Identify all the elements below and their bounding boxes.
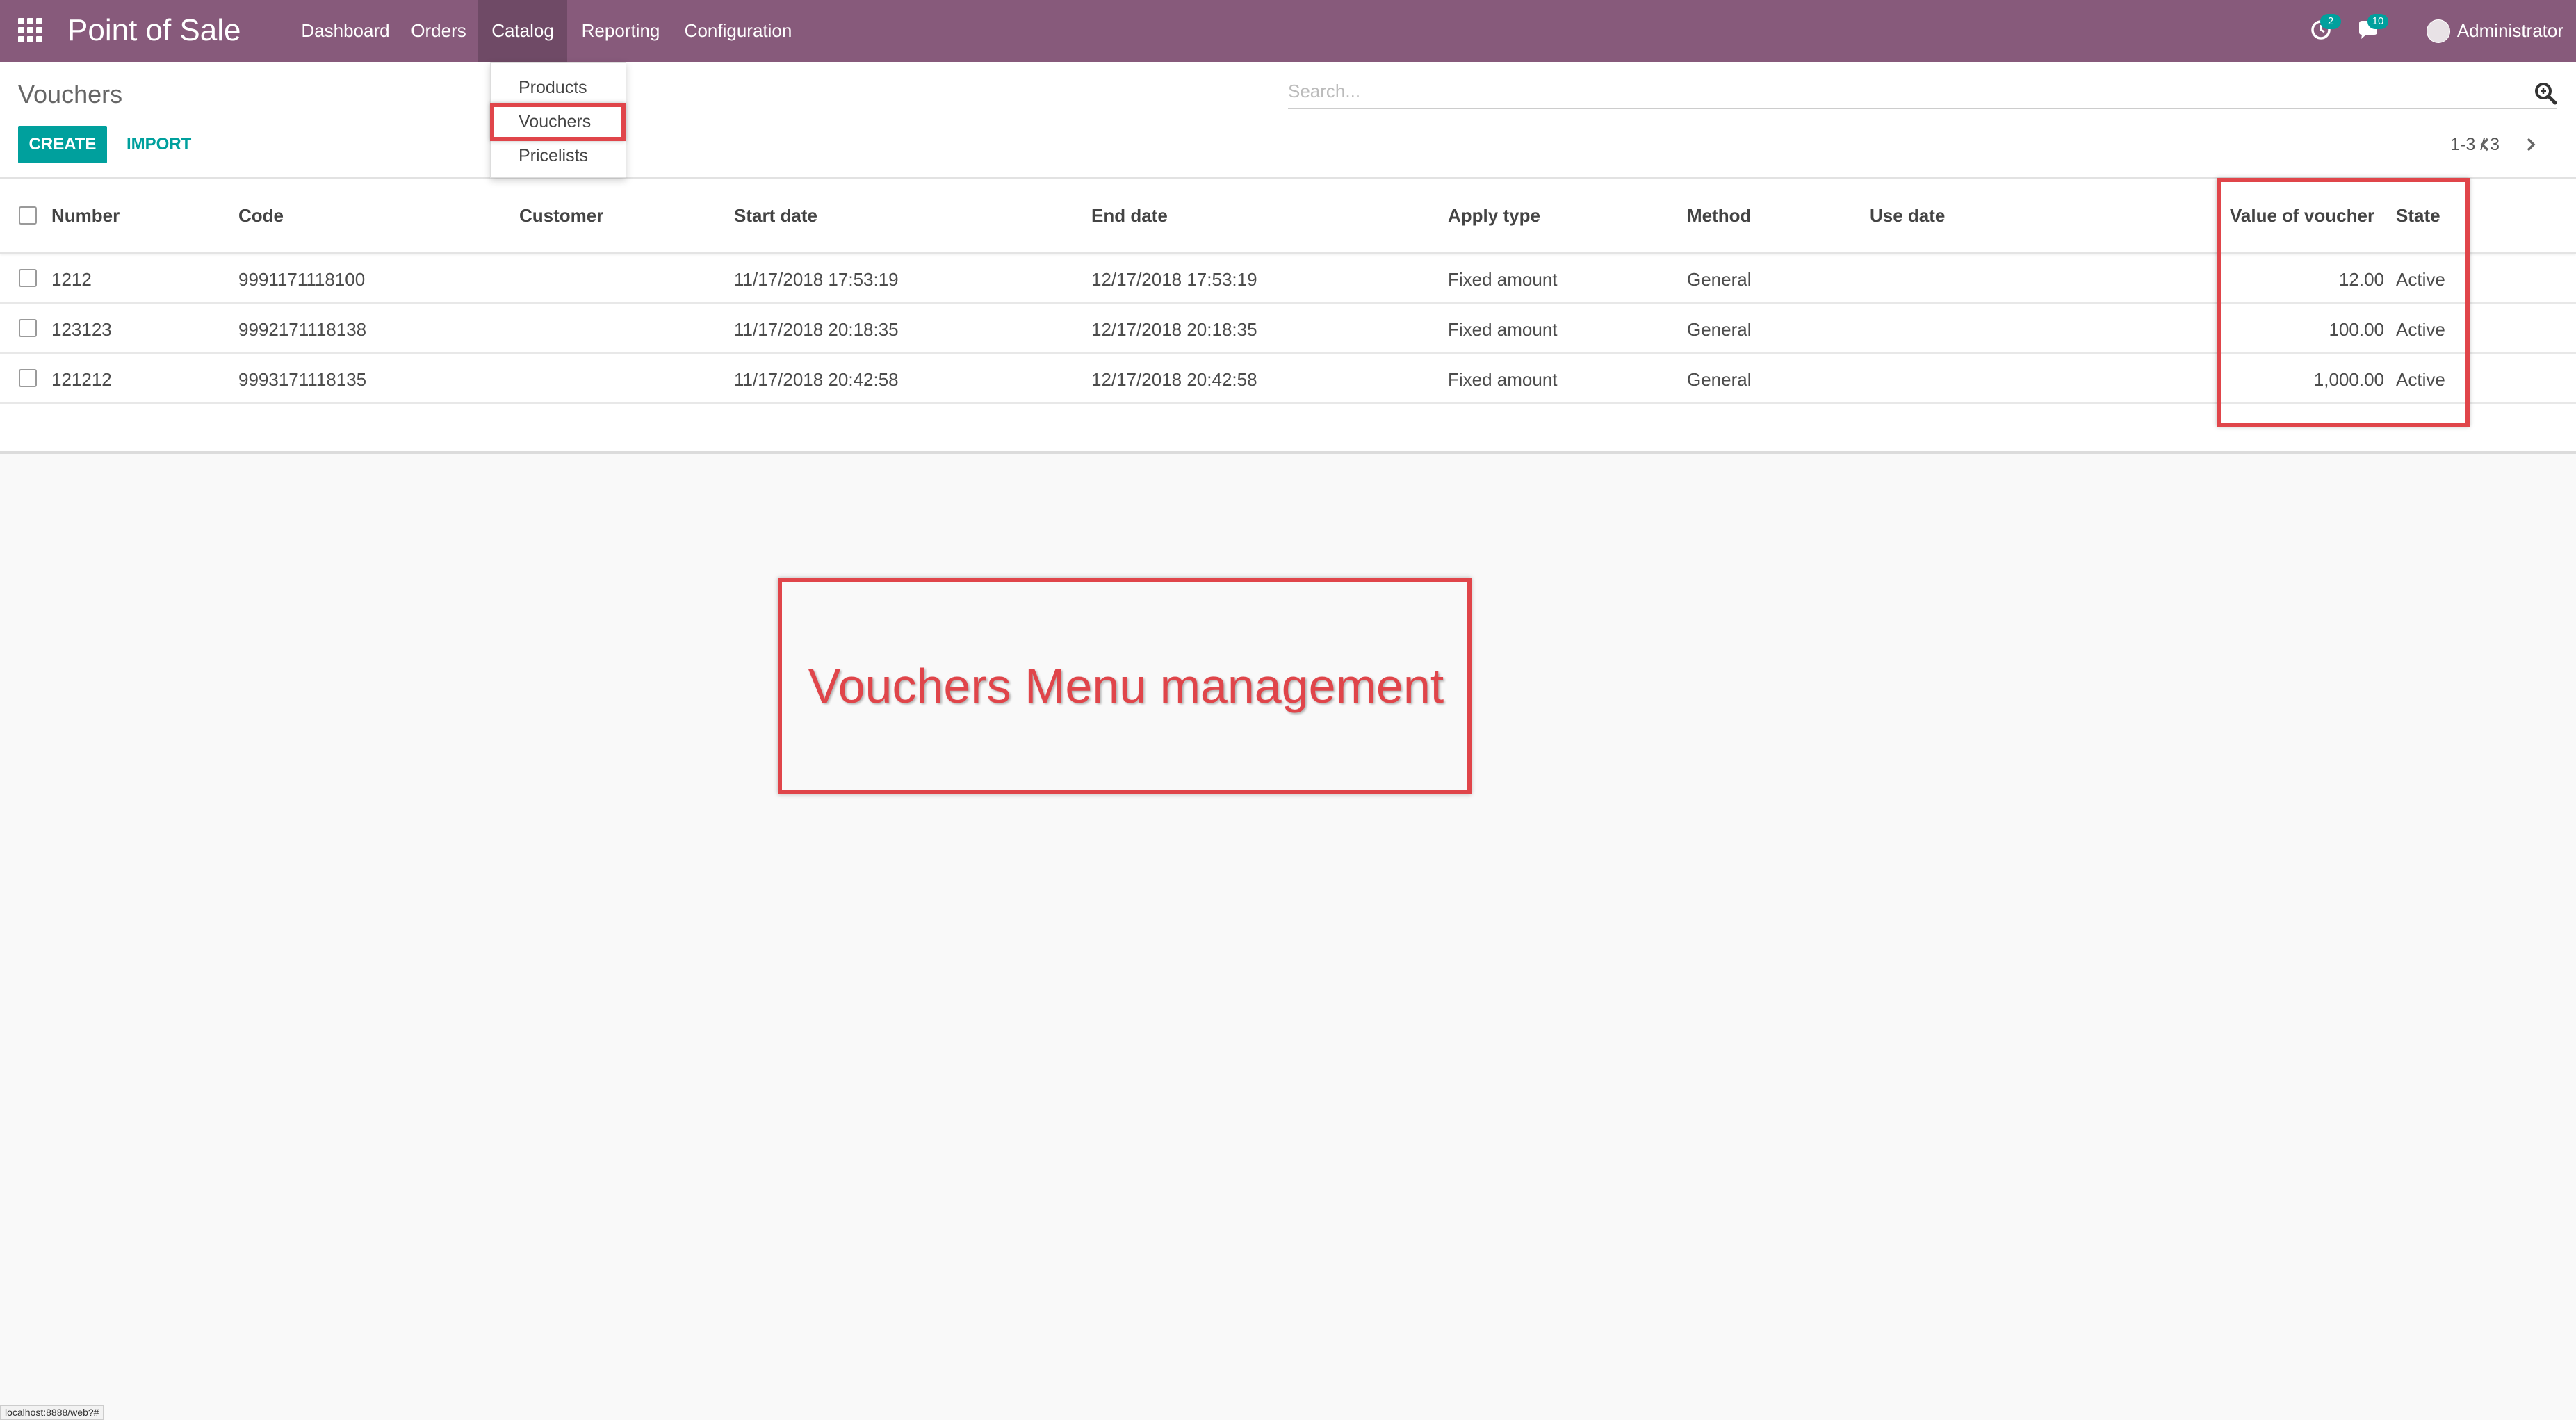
cell-start-date: 11/17/2018 20:18:35 [734,319,899,340]
search-icon[interactable] [2534,81,2557,105]
apps-grid-icon[interactable] [18,18,43,43]
table-row[interactable]: 1212 9991171118100 11/17/2018 17:53:19 1… [0,254,2576,304]
cell-method: General [1687,319,1752,340]
cell-code: 9993171118135 [238,369,367,390]
menu-catalog[interactable]: Catalog [478,0,567,62]
cell-number: 121212 [51,369,112,390]
value-state-highlight-box [2217,178,2470,427]
dropdown-item-products[interactable]: Products [519,78,587,98]
col-code[interactable]: Code [238,205,284,227]
cell-end-date: 12/17/2018 17:53:19 [1091,269,1257,290]
menu-configuration[interactable]: Configuration [674,0,802,62]
user-avatar [2426,19,2450,43]
table-row[interactable]: 123123 9992171118138 11/17/2018 20:18:35… [0,304,2576,354]
top-menu: Dashboard Orders Catalog Reporting Confi… [292,0,802,62]
vouchers-list: Number Code Customer Start date End date… [0,179,2576,454]
control-panel: Vouchers CREATE IMPORT 1-3 / 3 [0,62,2576,179]
cell-start-date: 11/17/2018 17:53:19 [734,269,899,290]
main-navbar: Point of Sale Dashboard Orders Catalog R… [0,0,2576,62]
select-all-checkbox[interactable] [19,206,37,225]
import-button[interactable]: IMPORT [117,126,201,163]
messages-badge: 10 [2367,14,2388,29]
search-input[interactable] [1288,76,2511,106]
row-checkbox[interactable] [19,269,37,287]
dropdown-item-pricelists[interactable]: Pricelists [519,146,588,166]
breadcrumb: Vouchers [18,80,123,108]
table-row[interactable]: 121212 9993171118135 11/17/2018 20:42:58… [0,354,2576,404]
user-name: Administrator [2456,20,2563,41]
user-menu[interactable]: Administrator [2426,0,2563,62]
pager-previous-icon[interactable] [2475,134,2495,155]
col-number[interactable]: Number [51,205,120,227]
col-use-date[interactable]: Use date [1870,205,1945,227]
status-url: localhost:8888/web?# [0,1405,104,1420]
menu-dashboard[interactable]: Dashboard [292,0,399,62]
col-method[interactable]: Method [1687,205,1751,227]
pager-next-icon[interactable] [2520,134,2541,155]
row-checkbox[interactable] [19,319,37,337]
row-checkbox[interactable] [19,369,37,387]
cell-number: 123123 [51,319,112,340]
vouchers-highlight-box [490,103,626,141]
cell-apply-type: Fixed amount [1448,319,1558,340]
cell-code: 9991171118100 [238,269,366,290]
cell-number: 1212 [51,269,92,290]
activity-clock-icon[interactable]: 2 [2309,14,2341,42]
cell-apply-type: Fixed amount [1448,269,1558,290]
create-button[interactable]: CREATE [18,126,107,163]
col-start-date[interactable]: Start date [734,205,817,227]
cell-end-date: 12/17/2018 20:18:35 [1091,319,1257,340]
table-header: Number Code Customer Start date End date… [0,179,2576,254]
menu-reporting[interactable]: Reporting [567,0,674,62]
col-apply-type[interactable]: Apply type [1448,205,1540,227]
annotation-caption: Vouchers Menu management [808,659,1444,713]
search-bar [1288,76,2557,109]
col-end-date[interactable]: End date [1091,205,1168,227]
col-customer[interactable]: Customer [519,205,603,227]
cell-apply-type: Fixed amount [1448,369,1558,390]
cell-start-date: 11/17/2018 20:42:58 [734,369,899,390]
menu-orders[interactable]: Orders [399,0,478,62]
cell-end-date: 12/17/2018 20:42:58 [1091,369,1257,390]
activity-badge: 2 [2320,14,2341,29]
cell-code: 9992171118138 [238,319,367,340]
messages-chat-icon[interactable]: 10 [2356,14,2388,42]
cell-method: General [1687,269,1752,290]
app-title: Point of Sale [67,13,241,47]
cell-method: General [1687,369,1752,390]
